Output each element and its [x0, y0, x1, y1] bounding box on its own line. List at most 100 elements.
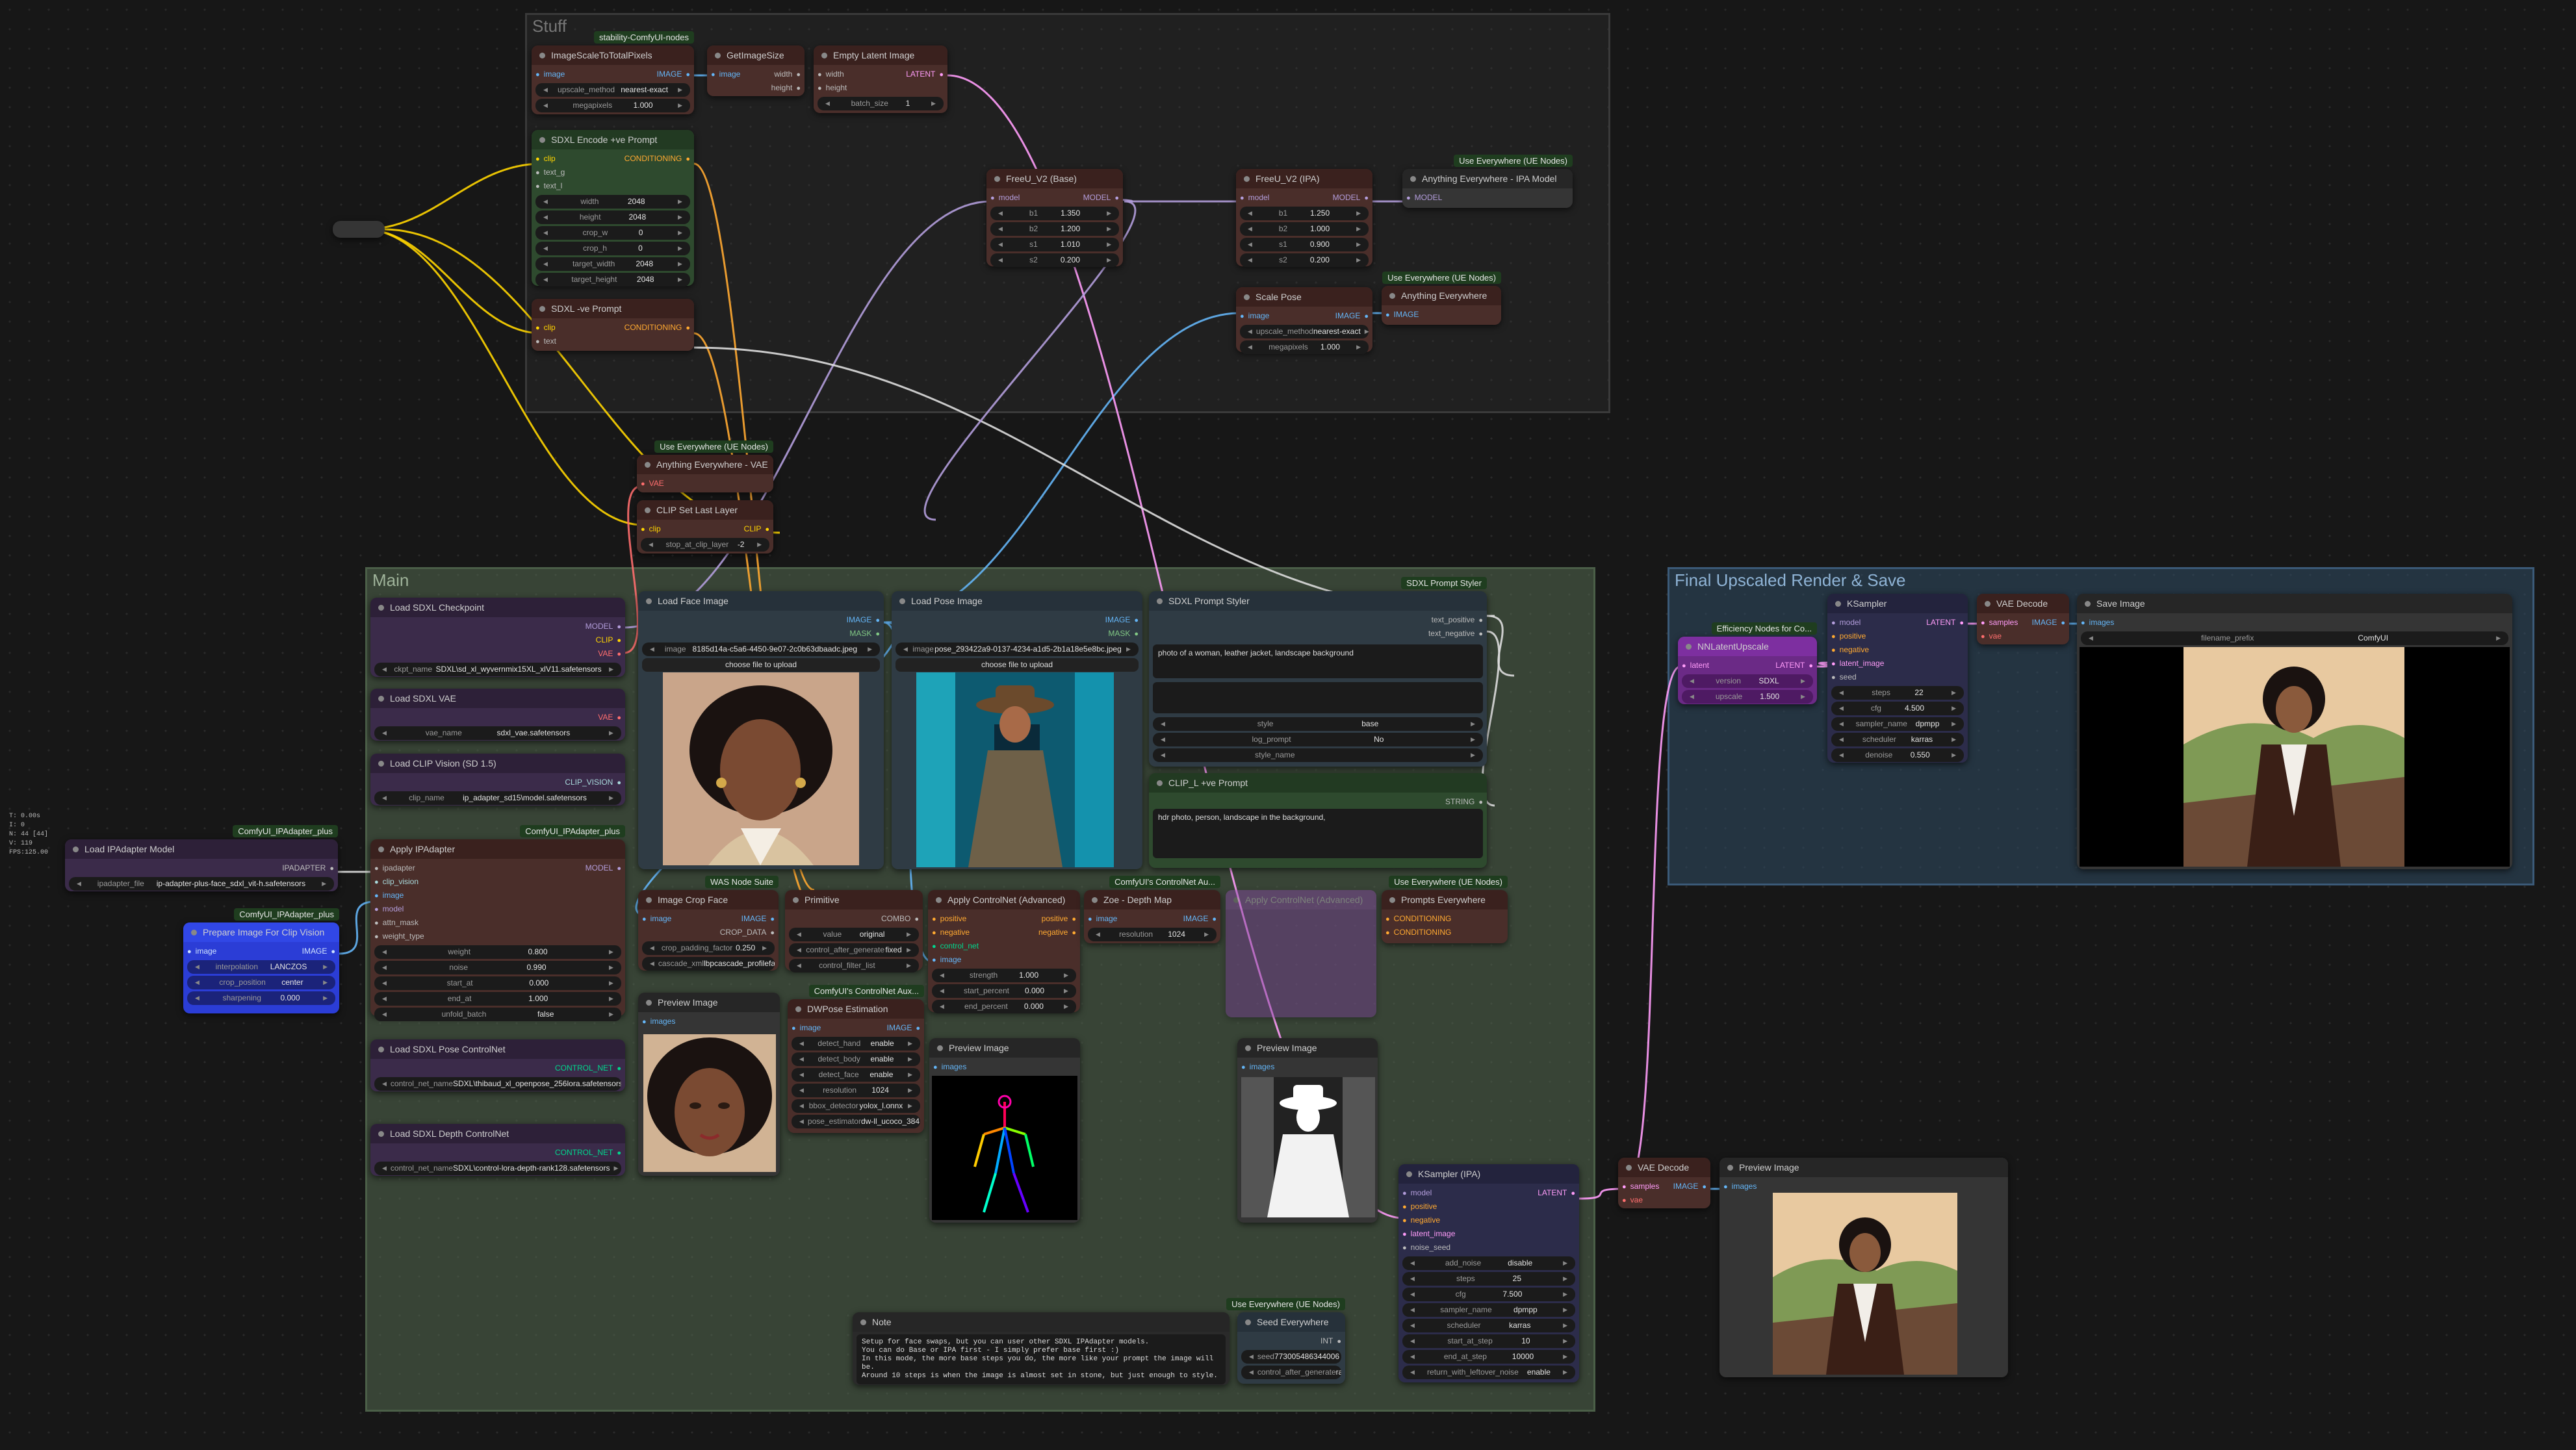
node-title[interactable]: CLIP Set Last Layer — [637, 500, 773, 520]
node-title[interactable]: GetImageSize — [707, 45, 805, 65]
node-title[interactable]: FreeU_V2 (IPA) — [1236, 169, 1372, 188]
node-get-image-size[interactable]: GetImageSize image width height — [707, 45, 805, 96]
widget-sharpening[interactable]: sharpening 0.000 — [187, 991, 335, 1005]
output-width[interactable]: width — [774, 68, 801, 81]
node-title[interactable]: SDXL -ve Prompt — [532, 299, 694, 318]
widget-batch-size[interactable]: batch_size 1 — [818, 97, 944, 110]
node-clip-set-last-layer[interactable]: CLIP Set Last Layer clip CLIP stop_at_cli… — [637, 500, 773, 553]
output-crop-data[interactable]: CROP_DATA — [720, 926, 775, 939]
widget-width[interactable]: width 2048 — [535, 195, 690, 209]
node-title[interactable]: Note — [853, 1312, 1230, 1332]
node-freeu-base[interactable]: FreeU_V2 (Base) model MODEL b1 1.350 b2 1.2… — [986, 169, 1123, 267]
widget-megapixels[interactable]: megapixels 1.000 — [1240, 340, 1369, 354]
input-clip[interactable]: clip — [641, 522, 661, 536]
input-image[interactable]: image — [642, 912, 672, 926]
node-scale-pose[interactable]: Scale Pose image IMAGE upscale_methodnear… — [1236, 287, 1372, 354]
input-latent-image[interactable]: latent_image — [1831, 657, 1885, 670]
widget-end-percent[interactable]: end_percent 0.000 — [932, 1000, 1076, 1013]
widget-style[interactable]: style base — [1153, 717, 1483, 731]
output-combo[interactable]: COMBO — [881, 912, 919, 926]
node-title[interactable]: ImageScaleToTotalPixels — [532, 45, 694, 65]
widget-b2[interactable]: b2 1.000 — [1240, 222, 1369, 236]
output-vae[interactable]: VAE — [598, 711, 621, 724]
input-negative[interactable]: negative — [1402, 1214, 1440, 1227]
output-vae[interactable]: VAE — [598, 647, 621, 661]
widget-ckpt-name[interactable]: ckpt_nameSDXL\sd_xl_wyvernmix15XL_xlV11.… — [374, 663, 621, 676]
input-image[interactable]: IMAGE — [1385, 308, 1419, 322]
widget-seed[interactable]: seed773005486344006 — [1241, 1350, 1341, 1364]
widget-detect-hand[interactable]: detect_hand enable — [792, 1037, 920, 1050]
node-apply-controlnet[interactable]: Apply ControlNet (Advanced) positive posi… — [928, 890, 1080, 1013]
widget-version[interactable]: version SDXL — [1682, 674, 1813, 688]
node-dwpose-estimation[interactable]: ComfyUI's ControlNet Aux... DWPose Estim… — [788, 985, 924, 1133]
input-images[interactable]: images — [642, 1015, 676, 1028]
input-conditioning[interactable]: CONDITIONING — [1385, 926, 1452, 939]
widget-resolution[interactable]: resolution 1024 — [792, 1084, 920, 1097]
node-image-crop-face[interactable]: WAS Node Suite Image Crop Face image IMAG… — [638, 876, 779, 971]
node-prepare-image-clip-vision[interactable]: ComfyUI_IPAdapter_plus Prepare Image For… — [183, 908, 339, 1013]
output-latent[interactable]: LATENT — [1926, 616, 1964, 630]
input-conditioning[interactable]: CONDITIONING — [1385, 912, 1452, 926]
widget-ipadapter-file[interactable]: ipadapter_file ip-adapter-plus-face_sdxl_… — [69, 877, 334, 891]
input-image[interactable]: image — [792, 1021, 821, 1035]
widget-unfold-batch[interactable]: unfold_batch false — [374, 1008, 621, 1021]
output-model[interactable]: MODEL — [1083, 191, 1119, 205]
node-ksampler-final[interactable]: KSampler model LATENT positive negative l… — [1827, 594, 1968, 763]
widget-cfg[interactable]: cfg 7.500 — [1402, 1288, 1575, 1301]
positive-text-area[interactable]: photo of a woman, leather jacket, landsc… — [1153, 644, 1483, 678]
node-title[interactable]: Apply IPAdapter — [370, 839, 625, 859]
widget-control-after-generate[interactable]: control_after_generatefixed — [789, 943, 919, 957]
widget-sampler-name[interactable]: sampler_name dpmpp — [1831, 717, 1964, 731]
node-nn-latent-upscale[interactable]: Efficiency Nodes for Co... NNLatentUpsca… — [1678, 622, 1817, 704]
node-title[interactable]: VAE Decode — [1618, 1158, 1710, 1177]
widget-start-percent[interactable]: start_percent 0.000 — [932, 984, 1076, 998]
output-image[interactable]: IMAGE — [847, 613, 880, 627]
widget-control-after-generate[interactable]: control_after_generaterandomize — [1241, 1366, 1341, 1379]
node-title[interactable]: SDXL Prompt Styler — [1149, 591, 1487, 611]
widget-end-at-step[interactable]: end_at_step 10000 — [1402, 1350, 1575, 1364]
output-control-net[interactable]: CONTROL_NET — [555, 1062, 621, 1075]
node-title[interactable]: Anything Everywhere - VAE — [637, 455, 773, 474]
node-ksampler-ipa[interactable]: KSampler (IPA) model LATENT positive nega… — [1398, 1164, 1579, 1382]
output-model[interactable]: MODEL — [586, 861, 621, 875]
input-text-g[interactable]: text_g — [535, 166, 565, 179]
widget-b1[interactable]: b1 1.350 — [990, 207, 1119, 220]
widget-vae-name[interactable]: vae_name sdxl_vae.safetensors — [374, 726, 621, 740]
widget-upscale-method[interactable]: upscale_methodnearest-exact — [1240, 325, 1369, 338]
widget-detect-face[interactable]: detect_face enable — [792, 1068, 920, 1082]
node-title[interactable]: Load SDXL VAE — [370, 689, 625, 708]
output-string[interactable]: STRING — [1445, 795, 1483, 809]
input-width[interactable]: width — [818, 68, 844, 81]
widget-log-prompt[interactable]: log_prompt No — [1153, 733, 1483, 746]
widget-height[interactable]: height 2048 — [535, 210, 690, 224]
node-anything-everywhere-image[interactable]: Use Everywhere (UE Nodes) Anything Every… — [1382, 272, 1501, 325]
widget-s1[interactable]: s1 1.010 — [990, 238, 1119, 251]
node-title[interactable]: Preview Image — [1719, 1158, 2008, 1177]
node-title[interactable]: Save Image — [2077, 594, 2512, 613]
widget-crop-h[interactable]: crop_h 0 — [535, 242, 690, 255]
node-title[interactable]: KSampler — [1827, 594, 1968, 613]
widget-crop-w[interactable]: crop_w 0 — [535, 226, 690, 240]
widget-filename-prefix[interactable]: filename_prefix ComfyUI — [2081, 631, 2508, 645]
widget-value[interactable]: value original — [789, 928, 919, 941]
input-samples[interactable]: samples — [1622, 1180, 1660, 1193]
node-title[interactable]: Prepare Image For Clip Vision — [183, 922, 339, 942]
node-title[interactable]: Load Face Image — [638, 591, 884, 611]
output-conditioning[interactable]: CONDITIONING — [625, 152, 690, 166]
output-image[interactable]: IMAGE — [657, 68, 690, 81]
node-title[interactable]: CLIP_L +ve Prompt — [1149, 773, 1487, 793]
node-load-sdxl-checkpoint[interactable]: Load SDXL Checkpoint MODEL CLIP VAE ckpt… — [370, 598, 625, 677]
input-model[interactable]: model — [990, 191, 1020, 205]
output-height[interactable]: height — [771, 81, 801, 95]
widget-upscale[interactable]: upscale 1.500 — [1682, 690, 1813, 704]
widget-strength[interactable]: strength 1.000 — [932, 969, 1076, 982]
input-images[interactable]: images — [933, 1060, 967, 1074]
widget-start-at[interactable]: start_at 0.000 — [374, 976, 621, 990]
input-samples[interactable]: samples — [1981, 616, 2018, 630]
widget-s2[interactable]: s2 0.200 — [1240, 253, 1369, 267]
output-latent[interactable]: LATENT — [1538, 1186, 1575, 1200]
output-latent[interactable]: LATENT — [906, 68, 944, 81]
input-noise-seed[interactable]: noise_seed — [1402, 1241, 1450, 1254]
input-negative[interactable]: negative — [932, 926, 970, 939]
input-clip-vision[interactable]: clip_vision — [374, 875, 419, 889]
